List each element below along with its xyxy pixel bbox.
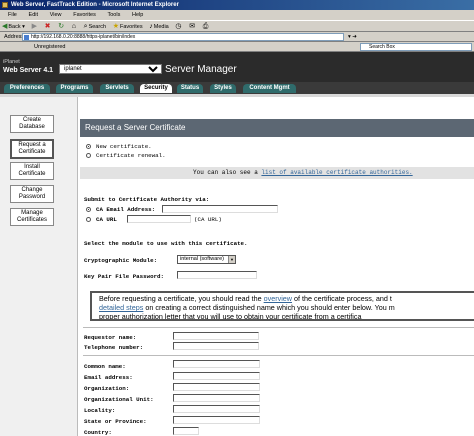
server-header: iPlanet Web Server 4.1 iplanet Server Ma… [0, 52, 474, 82]
section-divider [83, 327, 474, 328]
brand-name: iPlanet [3, 59, 20, 65]
ca-url-radio[interactable] [86, 217, 91, 222]
ca-email-label: CA Email Address: [96, 206, 156, 213]
address-input[interactable]: http://192.168.0.20:8888/https-iplanet/b… [22, 33, 344, 41]
star-icon: ★ [112, 23, 119, 30]
keypair-password-label: Key Pair File Password: [84, 273, 165, 280]
ca-info-bar: You can also see a list of available cer… [80, 167, 474, 179]
links-status: Unregistered [34, 44, 66, 50]
locality-label: Locality: [84, 407, 116, 414]
keypair-password-input[interactable] [177, 271, 257, 279]
mail-icon: ✉ [189, 23, 196, 30]
common-name-input[interactable] [173, 360, 260, 368]
menu-help[interactable]: Help [132, 12, 143, 18]
forward-arrow-icon: ▶ [31, 23, 37, 30]
country-label: Country: [84, 429, 112, 436]
history-icon: ◷ [175, 23, 182, 30]
tab-styles[interactable]: Styles [210, 84, 236, 93]
crypto-module-label: Cryptographic Module: [84, 257, 158, 264]
server-select[interactable]: iplanet [59, 64, 162, 74]
nav-request-certificate[interactable]: Request a Certificate [10, 139, 54, 159]
links-bar: Unregistered Search Box [0, 42, 474, 52]
module-prompt: Select the module to use with this certi… [84, 240, 248, 247]
org-unit-label: Organizational Unit: [84, 396, 154, 403]
menu-view[interactable]: View [50, 12, 62, 18]
main-content: Request a Server Certificate New certifi… [80, 97, 474, 436]
locality-input[interactable] [173, 405, 260, 413]
requestor-input[interactable] [173, 332, 259, 340]
chevron-down-icon: ▼ [228, 256, 235, 263]
nav-change-password[interactable]: Change Password [10, 185, 54, 203]
renewal-radio[interactable] [86, 153, 91, 158]
renewal-label: Certificate renewal. [96, 152, 166, 159]
nav-create-database[interactable]: Create Database [10, 115, 54, 133]
overview-link[interactable]: overview [264, 294, 292, 303]
crypto-module-select[interactable]: internal (software) ▼ [177, 255, 236, 264]
state-label: State or Province: [84, 418, 147, 425]
refresh-icon: ↻ [58, 23, 65, 30]
ca-email-input[interactable] [162, 205, 278, 213]
search-icon: ⌕ [83, 23, 88, 30]
organization-label: Organization: [84, 385, 130, 392]
page-icon [24, 35, 29, 40]
stop-icon: ✖ [44, 23, 51, 30]
country-input[interactable] [173, 427, 199, 435]
tab-content-mgmt[interactable]: Content Mgmt [243, 84, 296, 93]
ca-url-label: CA URL [96, 216, 117, 223]
window-title: Web Server, FastTrack Edition - Microsof… [11, 2, 179, 8]
ca-list-link[interactable]: list of available certificate authoritie… [261, 169, 412, 176]
menu-bar: File Edit View Favorites Tools Help [0, 10, 474, 20]
tab-status[interactable]: Status [177, 84, 203, 93]
window-titlebar: Web Server, FastTrack Edition - Microsof… [0, 0, 474, 10]
state-input[interactable] [173, 416, 260, 424]
email-input[interactable] [173, 372, 260, 380]
telephone-input[interactable] [173, 342, 259, 350]
address-bar: Address http://192.168.0.20:8888/https-i… [0, 32, 474, 42]
back-arrow-icon: ◀ [2, 23, 8, 30]
ca-email-radio[interactable] [86, 207, 91, 212]
tab-programs[interactable]: Programs [56, 84, 93, 93]
ie-app-icon [2, 2, 8, 8]
search-box-input[interactable]: Search Box [360, 43, 472, 51]
home-icon: ⌂ [71, 23, 76, 30]
browser-toolbar: ◀Back ▾ ▶ ✖ ↻ ⌂ ⌕Search ★Favorites ♪Medi… [0, 20, 474, 32]
menu-favorites[interactable]: Favorites [73, 12, 96, 18]
tab-preferences[interactable]: Preferences [4, 84, 50, 93]
print-icon: ⎙ [202, 23, 209, 30]
ca-url-hint: (CA URL) [194, 216, 222, 223]
common-name-label: Common name: [84, 363, 126, 370]
ca-url-input[interactable] [127, 215, 191, 223]
tab-bar: Preferences Programs Servlets Security S… [0, 82, 474, 94]
left-navigation: Create Database Request a Certificate Inst… [0, 97, 78, 436]
telephone-label: Telephone number: [84, 344, 144, 351]
organization-input[interactable] [173, 383, 260, 391]
ca-info-text: You can also see a [193, 169, 258, 176]
tab-security[interactable]: Security [140, 84, 172, 93]
media-icon: ♪ [149, 23, 153, 30]
product-name: Web Server 4.1 [3, 67, 54, 74]
menu-tools[interactable]: Tools [108, 12, 121, 18]
nav-manage-certificates[interactable]: Manage Certificates [10, 208, 54, 226]
go-button[interactable]: ▾ ➜ [348, 32, 357, 42]
requestor-label: Requestor name: [84, 334, 137, 341]
email-label: Email address: [84, 374, 133, 381]
certificate-notice: Before requesting a certificate, you sho… [90, 291, 474, 321]
detailed-steps-link[interactable]: detailed steps [99, 303, 143, 312]
nav-install-certificate[interactable]: Install Certificate [10, 162, 54, 180]
menu-edit[interactable]: Edit [29, 12, 38, 18]
new-certificate-radio[interactable] [86, 144, 91, 149]
menu-file[interactable]: File [8, 12, 17, 18]
section-divider [83, 355, 474, 356]
new-certificate-label: New certificate. [96, 143, 152, 150]
tab-servlets[interactable]: Servlets [100, 84, 134, 93]
section-title: Server Manager [165, 64, 237, 75]
submit-via-label: Submit to Certificate Authority via: [84, 196, 210, 203]
page-title: Request a Server Certificate [80, 119, 474, 137]
org-unit-input[interactable] [173, 394, 260, 402]
